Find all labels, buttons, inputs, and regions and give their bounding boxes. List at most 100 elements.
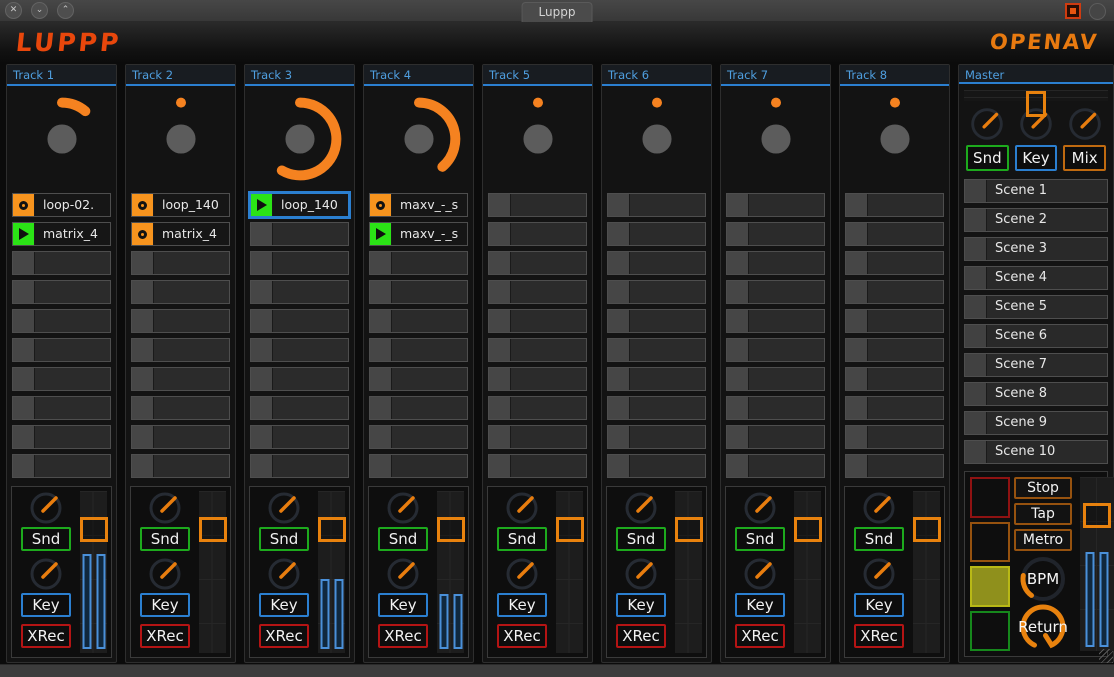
clip-state-icon[interactable] [370, 194, 392, 216]
clip-slot[interactable]: matrix_4 [12, 222, 111, 246]
clip-state-icon[interactable] [846, 397, 868, 419]
clip-state-icon[interactable] [13, 223, 35, 245]
master-key-button[interactable]: Key [1015, 145, 1058, 171]
clip-slot[interactable] [131, 338, 230, 362]
clip-slot[interactable] [488, 193, 587, 217]
clip-slot[interactable] [250, 280, 349, 304]
scene-button[interactable]: Scene 8 [964, 382, 1108, 406]
clip-state-icon[interactable] [489, 426, 511, 448]
clip-state-icon[interactable] [608, 281, 630, 303]
clip-state-icon[interactable] [132, 223, 154, 245]
clip-slot[interactable] [607, 425, 706, 449]
scene-launch-icon[interactable] [965, 296, 987, 318]
clip-state-icon[interactable] [608, 426, 630, 448]
clip-state-icon[interactable] [846, 339, 868, 361]
send-button[interactable]: Snd [854, 527, 904, 551]
clip-slot[interactable] [607, 396, 706, 420]
send-button[interactable]: Snd [735, 527, 785, 551]
fader-handle[interactable] [80, 517, 108, 542]
overdub-pad[interactable] [970, 522, 1010, 563]
clip-state-icon[interactable] [132, 368, 154, 390]
loop-progress-dial[interactable] [840, 86, 949, 191]
clip-state-icon[interactable] [132, 281, 154, 303]
clip-slot[interactable] [845, 193, 944, 217]
tap-button[interactable]: Tap [1014, 503, 1072, 525]
clip-slot[interactable] [488, 454, 587, 478]
clip-slot[interactable] [369, 280, 468, 304]
clip-slot[interactable] [12, 280, 111, 304]
clip-state-icon[interactable] [13, 252, 35, 274]
clip-slot[interactable] [369, 338, 468, 362]
clip-slot[interactable] [607, 193, 706, 217]
play-pad[interactable] [970, 611, 1010, 652]
clip-slot[interactable] [845, 280, 944, 304]
clip-slot[interactable] [488, 396, 587, 420]
clip-state-icon[interactable] [251, 281, 273, 303]
clip-slot[interactable] [250, 251, 349, 275]
clip-state-icon[interactable] [608, 368, 630, 390]
clip-slot[interactable] [845, 454, 944, 478]
clip-state-icon[interactable] [132, 310, 154, 332]
clip-slot[interactable] [607, 280, 706, 304]
clip-state-icon[interactable] [727, 339, 749, 361]
clip-state-icon[interactable] [608, 310, 630, 332]
luppp-tray-icon[interactable] [1065, 3, 1081, 19]
clip-state-icon[interactable] [13, 368, 35, 390]
clip-slot[interactable] [250, 425, 349, 449]
clip-slot[interactable] [131, 309, 230, 333]
clip-state-icon[interactable] [489, 455, 511, 477]
clip-slot[interactable]: loop_140 [250, 193, 349, 217]
clip-slot[interactable] [12, 425, 111, 449]
clip-state-icon[interactable] [13, 455, 35, 477]
clip-state-icon[interactable] [370, 426, 392, 448]
send-button[interactable]: Snd [259, 527, 309, 551]
clip-slot[interactable] [250, 338, 349, 362]
key-button[interactable]: Key [21, 593, 71, 617]
clip-slot[interactable] [131, 396, 230, 420]
clip-state-icon[interactable] [251, 426, 273, 448]
clip-state-icon[interactable] [370, 455, 392, 477]
clip-slot[interactable] [488, 251, 587, 275]
clip-state-icon[interactable] [846, 455, 868, 477]
clip-state-icon[interactable] [489, 397, 511, 419]
clip-state-icon[interactable] [846, 310, 868, 332]
clip-state-icon[interactable] [727, 310, 749, 332]
key-knob[interactable] [737, 557, 783, 592]
clip-slot[interactable]: loop-02. [12, 193, 111, 217]
volume-fader[interactable] [913, 491, 940, 653]
clip-state-icon[interactable] [489, 194, 511, 216]
master-mix-knob[interactable] [1064, 105, 1106, 143]
xrec-button[interactable]: XRec [497, 624, 547, 648]
key-button[interactable]: Key [140, 593, 190, 617]
master-fader-handle[interactable] [1083, 503, 1111, 528]
clip-state-icon[interactable] [251, 194, 273, 216]
loop-progress-dial[interactable] [7, 86, 116, 191]
send-knob[interactable] [737, 491, 783, 526]
xrec-button[interactable]: XRec [21, 624, 71, 648]
clip-slot[interactable]: matrix_4 [131, 222, 230, 246]
key-knob[interactable] [142, 557, 188, 592]
clip-slot[interactable] [250, 454, 349, 478]
fader-handle[interactable] [675, 517, 703, 542]
clip-slot[interactable] [726, 396, 825, 420]
clip-state-icon[interactable] [846, 252, 868, 274]
clip-slot[interactable] [12, 338, 111, 362]
key-knob[interactable] [380, 557, 426, 592]
active-pad[interactable] [970, 566, 1010, 607]
fader-handle[interactable] [794, 517, 822, 542]
clip-state-icon[interactable] [13, 281, 35, 303]
clip-slot[interactable] [488, 280, 587, 304]
metro-button[interactable]: Metro [1014, 529, 1072, 551]
clip-state-icon[interactable] [489, 310, 511, 332]
send-button[interactable]: Snd [616, 527, 666, 551]
clip-state-icon[interactable] [132, 339, 154, 361]
key-knob[interactable] [23, 557, 69, 592]
clip-slot[interactable]: maxv_-_s [369, 222, 468, 246]
loop-progress-dial[interactable] [364, 86, 473, 191]
clip-slot[interactable] [845, 338, 944, 362]
clip-state-icon[interactable] [251, 339, 273, 361]
clip-slot[interactable] [12, 309, 111, 333]
clip-state-icon[interactable] [608, 455, 630, 477]
clip-state-icon[interactable] [13, 397, 35, 419]
window-tab[interactable]: Luppp [522, 2, 593, 22]
